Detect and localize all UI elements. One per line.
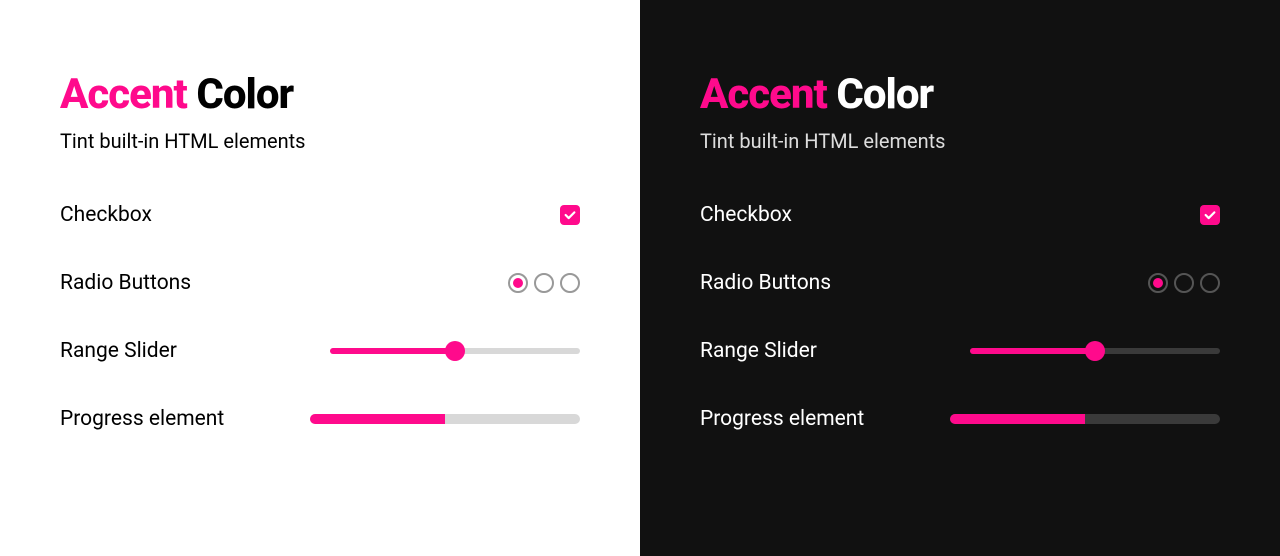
radio-option-1[interactable]: [508, 273, 528, 293]
range-label: Range Slider: [700, 339, 817, 363]
title-accent-word: Accent: [60, 70, 187, 119]
slider-fill: [970, 348, 1095, 354]
check-icon: [563, 208, 577, 222]
title-rest: Color: [196, 70, 293, 119]
slider-thumb[interactable]: [445, 341, 465, 361]
checkbox-input[interactable]: [560, 205, 580, 225]
progress-bar: [950, 414, 1220, 424]
radio-option-3[interactable]: [1200, 273, 1220, 293]
checkbox-label: Checkbox: [700, 203, 792, 227]
page-subtitle: Tint built-in HTML elements: [700, 129, 1220, 153]
radio-group: [508, 273, 580, 293]
checkbox-label: Checkbox: [60, 203, 152, 227]
radio-option-2[interactable]: [534, 273, 554, 293]
progress-row: Progress element: [700, 407, 1220, 431]
checkbox-row: Checkbox: [700, 203, 1220, 227]
dark-panel: Accent Color Tint built-in HTML elements…: [640, 0, 1280, 556]
page-title: Accent Color: [60, 70, 580, 119]
light-panel: Accent Color Tint built-in HTML elements…: [0, 0, 640, 556]
title-accent-word: Accent: [700, 70, 827, 119]
progress-fill: [950, 414, 1085, 424]
range-row: Range Slider: [60, 339, 580, 363]
checkbox-row: Checkbox: [60, 203, 580, 227]
check-icon: [1203, 208, 1217, 222]
range-row: Range Slider: [700, 339, 1220, 363]
range-label: Range Slider: [60, 339, 177, 363]
range-slider[interactable]: [970, 341, 1220, 361]
radio-label: Radio Buttons: [700, 271, 831, 295]
radio-row: Radio Buttons: [60, 271, 580, 295]
radio-option-2[interactable]: [1174, 273, 1194, 293]
radio-label: Radio Buttons: [60, 271, 191, 295]
progress-fill: [310, 414, 445, 424]
radio-option-3[interactable]: [560, 273, 580, 293]
progress-row: Progress element: [60, 407, 580, 431]
range-slider[interactable]: [330, 341, 580, 361]
slider-thumb[interactable]: [1085, 341, 1105, 361]
title-rest: Color: [836, 70, 933, 119]
checkbox-input[interactable]: [1200, 205, 1220, 225]
progress-bar: [310, 414, 580, 424]
slider-fill: [330, 348, 455, 354]
radio-option-1[interactable]: [1148, 273, 1168, 293]
radio-group: [1148, 273, 1220, 293]
progress-label: Progress element: [700, 407, 864, 431]
radio-row: Radio Buttons: [700, 271, 1220, 295]
page-subtitle: Tint built-in HTML elements: [60, 129, 580, 153]
page-title: Accent Color: [700, 70, 1220, 119]
progress-label: Progress element: [60, 407, 224, 431]
